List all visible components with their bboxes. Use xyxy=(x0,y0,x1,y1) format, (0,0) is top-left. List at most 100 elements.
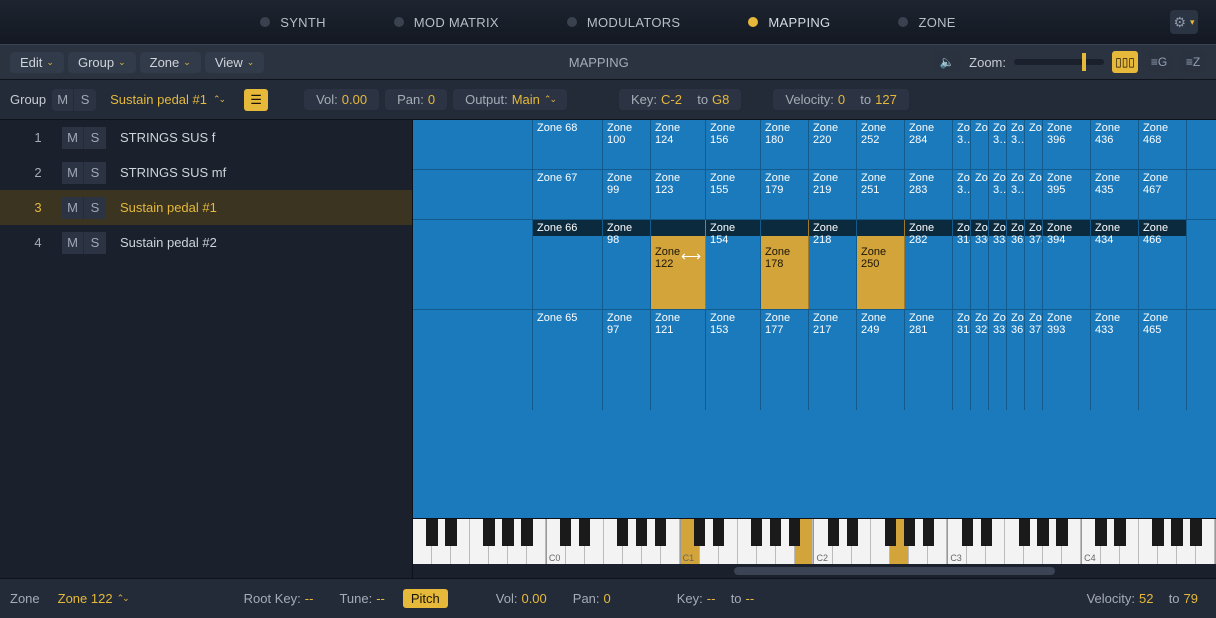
zone-cell[interactable]: Zone 361 xyxy=(1007,310,1025,410)
black-key[interactable] xyxy=(636,519,647,546)
zone-cell[interactable]: Zone 3… xyxy=(953,120,971,169)
group-mute-button[interactable]: M xyxy=(52,89,74,111)
settings-gear-button[interactable]: ⚙▾ xyxy=(1170,10,1198,34)
black-key[interactable] xyxy=(483,519,494,546)
zone-pan-field[interactable]: Pan: 0 xyxy=(565,591,619,606)
group-list-button[interactable]: ☰ xyxy=(244,89,268,111)
view-zone-button[interactable]: ≡Z xyxy=(1180,51,1206,73)
view-menu[interactable]: View⌄ xyxy=(205,52,265,73)
black-key[interactable] xyxy=(713,519,724,546)
piano-keyboard[interactable]: C0C1C2C3C4 xyxy=(413,518,1216,564)
zone-cell[interactable]: Zone 98 xyxy=(603,220,651,309)
zoom-slider[interactable] xyxy=(1014,59,1104,65)
zone-key-range-field[interactable]: Key: -- to -- xyxy=(669,591,762,606)
group-row-4[interactable]: 4 MS Sustain pedal #2 xyxy=(0,225,412,260)
solo-button[interactable]: S xyxy=(84,162,106,184)
zone-cell[interactable]: Zone 218 xyxy=(809,220,857,309)
zone-cell[interactable]: Zone 282 xyxy=(905,220,953,309)
zone-cell[interactable] xyxy=(413,220,533,309)
zone-cell[interactable]: Zone 177 xyxy=(761,310,809,410)
zone-volume-field[interactable]: Vol: 0.00 xyxy=(488,591,555,606)
black-key[interactable] xyxy=(1056,519,1067,546)
zone-cell[interactable]: Zone 99 xyxy=(603,170,651,219)
solo-button[interactable]: S xyxy=(84,127,106,149)
zone-cell[interactable]: Zone 283 xyxy=(905,170,953,219)
group-volume-field[interactable]: Vol: 0.00 xyxy=(304,89,379,110)
black-key[interactable] xyxy=(904,519,915,546)
zone-cell[interactable]: Zone… xyxy=(971,170,989,219)
zone-cell[interactable]: Zone 121 xyxy=(651,310,706,410)
zone-cell[interactable]: Zone 465 xyxy=(1139,310,1187,410)
tab-mapping[interactable]: MAPPING xyxy=(748,15,830,30)
zone-cell[interactable]: Zone 123 xyxy=(651,170,706,219)
tab-synth[interactable]: SYNTH xyxy=(260,15,326,30)
tab-modulators[interactable]: MODULATORS xyxy=(567,15,681,30)
zone-cell[interactable]: Zone 220 xyxy=(809,120,857,169)
zone-cell[interactable]: Zone 337 xyxy=(989,310,1007,410)
solo-button[interactable]: S xyxy=(84,232,106,254)
group-row-1[interactable]: 1 MS STRINGS SUS f xyxy=(0,120,412,155)
black-key[interactable] xyxy=(579,519,590,546)
black-key[interactable] xyxy=(521,519,532,546)
black-key[interactable] xyxy=(1019,519,1030,546)
black-key[interactable] xyxy=(828,519,839,546)
black-key[interactable] xyxy=(981,519,992,546)
zone-cell[interactable]: Zone 314 xyxy=(953,220,971,309)
zone-menu[interactable]: Zone⌄ xyxy=(140,52,201,73)
zone-cell[interactable]: Zone 395 xyxy=(1043,170,1091,219)
mute-button[interactable]: M xyxy=(62,127,84,149)
zone-cell[interactable]: Zone 329 xyxy=(971,310,989,410)
zone-cell[interactable]: Zone 3… xyxy=(1007,120,1025,169)
zone-root-key-field[interactable]: Root Key: -- xyxy=(236,591,322,606)
black-key[interactable] xyxy=(426,519,437,546)
zone-cell[interactable]: Zone… xyxy=(1025,120,1043,169)
zone-cell[interactable]: Zone 66 xyxy=(533,220,603,309)
black-key[interactable] xyxy=(1171,519,1182,546)
edit-menu[interactable]: Edit⌄ xyxy=(10,52,64,73)
zone-cell[interactable]: Zone 65 xyxy=(533,310,603,410)
view-group-button[interactable]: ≡G xyxy=(1146,51,1172,73)
group-key-range-field[interactable]: Key: C-2 to G8 xyxy=(619,89,741,110)
zone-cell-selected[interactable]: Zone 178 xyxy=(761,220,809,309)
zone-cell[interactable]: Zone 97 xyxy=(603,310,651,410)
black-key[interactable] xyxy=(751,519,762,546)
zone-cell[interactable]: Zone 3… xyxy=(989,120,1007,169)
zone-cell[interactable]: Zone 252 xyxy=(857,120,905,169)
zone-cell[interactable]: Zone… xyxy=(971,120,989,169)
tab-mod-matrix[interactable]: MOD MATRIX xyxy=(394,15,499,30)
zone-cell[interactable]: Zone 396 xyxy=(1043,120,1091,169)
zone-cell[interactable]: Zone 180 xyxy=(761,120,809,169)
zone-cell[interactable]: Zone 154 xyxy=(706,220,761,309)
group-output-field[interactable]: Output: Main ⌃⌄ xyxy=(453,89,567,110)
black-key[interactable] xyxy=(1152,519,1163,546)
zone-cell[interactable]: Zone 68 xyxy=(533,120,603,169)
group-menu[interactable]: Group⌄ xyxy=(68,52,136,73)
black-key[interactable] xyxy=(1190,519,1201,546)
zone-cell[interactable]: Zone 284 xyxy=(905,120,953,169)
black-key[interactable] xyxy=(962,519,973,546)
zone-cell[interactable]: Zone 281 xyxy=(905,310,953,410)
black-key[interactable] xyxy=(445,519,456,546)
zone-cell[interactable]: Zone 468 xyxy=(1139,120,1187,169)
black-key[interactable] xyxy=(655,519,666,546)
black-key[interactable] xyxy=(617,519,628,546)
zone-cell[interactable]: Zone 434 xyxy=(1091,220,1139,309)
zone-cell[interactable]: Zone 377 xyxy=(1025,310,1043,410)
zone-cell[interactable]: Zone 362 xyxy=(1007,220,1025,309)
black-key[interactable] xyxy=(770,519,781,546)
zone-cell[interactable]: Zone 251 xyxy=(857,170,905,219)
group-row-3[interactable]: 3 MS Sustain pedal #1 xyxy=(0,190,412,225)
zone-cell[interactable]: Zone 155 xyxy=(706,170,761,219)
zone-cell[interactable] xyxy=(413,310,533,410)
zone-cell[interactable]: Zone 3… xyxy=(953,170,971,219)
zone-cell[interactable]: Zone 378 xyxy=(1025,220,1043,309)
zone-cell[interactable]: Zone 153 xyxy=(706,310,761,410)
zone-cell[interactable]: Zone 100 xyxy=(603,120,651,169)
mute-button[interactable]: M xyxy=(62,162,84,184)
zone-cell[interactable]: Zone 393 xyxy=(1043,310,1091,410)
zone-cell[interactable]: Zone 3… xyxy=(1007,170,1025,219)
pitch-button[interactable]: Pitch xyxy=(403,589,448,608)
zone-cell[interactable]: Zone 156 xyxy=(706,120,761,169)
mute-button[interactable]: M xyxy=(62,232,84,254)
zone-grid[interactable]: Zone 68Zone 100Zone 124Zone 156Zone 180Z… xyxy=(413,120,1216,518)
